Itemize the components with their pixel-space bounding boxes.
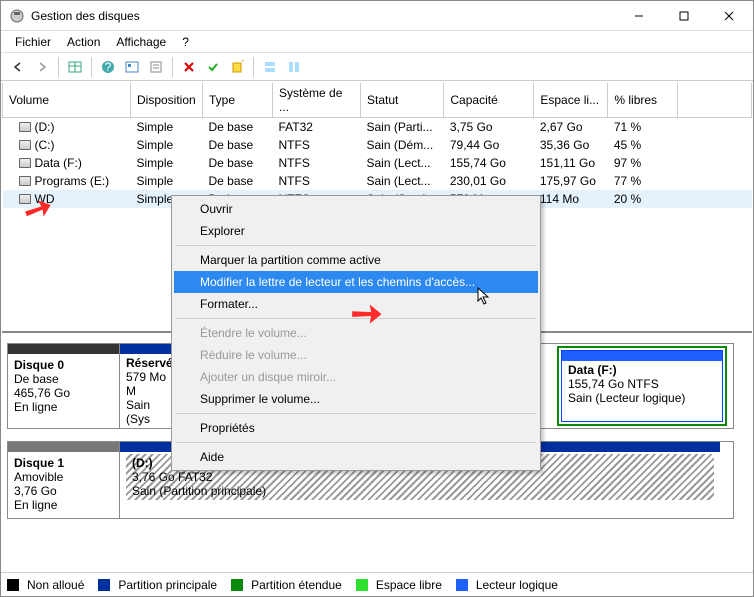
volume-icon <box>19 158 31 168</box>
context-menu-item[interactable]: Aide <box>174 446 538 468</box>
context-menu-item: Étendre le volume... <box>174 322 538 344</box>
new-icon[interactable]: * <box>226 56 248 78</box>
legend-swatch <box>356 579 368 591</box>
volume-row[interactable]: (C:)SimpleDe baseNTFSSain (Dém...79,44 G… <box>3 136 752 154</box>
svg-text:?: ? <box>105 60 112 74</box>
column-header[interactable]: Type <box>203 83 273 118</box>
partition-logical[interactable]: Data (F:)155,74 Go NTFSSain (Lecteur log… <box>561 350 723 422</box>
column-header[interactable]: Système de ... <box>273 83 361 118</box>
properties-icon[interactable] <box>145 56 167 78</box>
app-icon <box>9 8 25 24</box>
svg-text:*: * <box>241 60 244 69</box>
context-menu-item: Ajouter un disque miroir... <box>174 366 538 388</box>
maximize-button[interactable] <box>661 2 706 30</box>
view-table-icon[interactable] <box>64 56 86 78</box>
back-button[interactable] <box>7 56 29 78</box>
volume-icon <box>19 122 31 132</box>
forward-button[interactable] <box>31 56 53 78</box>
context-menu-item[interactable]: Explorer <box>174 220 538 242</box>
settings-icon[interactable] <box>121 56 143 78</box>
volume-row[interactable]: (D:)SimpleDe baseFAT32Sain (Parti...3,75… <box>3 118 752 137</box>
disk-management-window: Gestion des disques FichierActionAfficha… <box>0 0 754 597</box>
context-menu-item[interactable]: Supprimer le volume... <box>174 388 538 410</box>
menubar: FichierActionAffichage? <box>1 31 753 53</box>
window-title: Gestion des disques <box>31 9 616 23</box>
context-menu-item[interactable]: Ouvrir <box>174 198 538 220</box>
column-header[interactable]: % libres <box>608 83 678 118</box>
column-header[interactable]: Disposition <box>131 83 203 118</box>
legend-swatch <box>231 579 243 591</box>
menu-action[interactable]: Action <box>59 33 108 51</box>
volume-icon <box>19 140 31 150</box>
titlebar: Gestion des disques <box>1 1 753 31</box>
column-header[interactable]: Espace li... <box>534 83 608 118</box>
context-menu-item[interactable]: Propriétés <box>174 417 538 439</box>
layout1-icon[interactable] <box>259 56 281 78</box>
menu-?[interactable]: ? <box>174 33 197 51</box>
legend-swatch <box>98 579 110 591</box>
check-icon[interactable] <box>202 56 224 78</box>
volume-row[interactable]: Data (F:)SimpleDe baseNTFSSain (Lect...1… <box>3 154 752 172</box>
context-menu: OuvrirExplorer Marquer la partition comme… <box>171 195 541 471</box>
legend-label: Non alloué <box>27 578 84 592</box>
menu-affichage[interactable]: Affichage <box>108 33 174 51</box>
context-menu-item[interactable]: Modifier la lettre de lecteur et les che… <box>174 271 538 293</box>
legend-label: Partition principale <box>118 578 217 592</box>
context-menu-item[interactable]: Formater... <box>174 293 538 315</box>
close-button[interactable] <box>706 2 751 30</box>
legend-swatch <box>7 579 19 591</box>
legend-bar: Non alloué Partition principale Partition … <box>1 572 753 596</box>
delete-icon[interactable] <box>178 56 200 78</box>
legend-label: Lecteur logique <box>476 578 558 592</box>
legend-label: Espace libre <box>376 578 442 592</box>
legend-label: Partition étendue <box>251 578 342 592</box>
disk-info[interactable]: Disque 0De base465,76 GoEn ligne <box>8 344 120 428</box>
legend-swatch <box>456 579 468 591</box>
help-icon[interactable]: ? <box>97 56 119 78</box>
menu-fichier[interactable]: Fichier <box>7 33 59 51</box>
partition-primary[interactable]: Réservé579 Mo MSain (Sys <box>120 344 176 428</box>
layout2-icon[interactable] <box>283 56 305 78</box>
column-header[interactable]: Statut <box>361 83 444 118</box>
toolbar: ? * <box>1 53 753 81</box>
column-header[interactable]: Capacité <box>444 83 534 118</box>
minimize-button[interactable] <box>616 2 661 30</box>
context-menu-item: Réduire le volume... <box>174 344 538 366</box>
disk-info[interactable]: Disque 1Amovible3,76 GoEn ligne <box>8 442 120 518</box>
column-header[interactable]: Volume <box>3 83 131 118</box>
context-menu-item[interactable]: Marquer la partition comme active <box>174 249 538 271</box>
volume-icon <box>19 194 31 204</box>
volume-row[interactable]: Programs (E:)SimpleDe baseNTFSSain (Lect… <box>3 172 752 190</box>
volume-icon <box>19 176 31 186</box>
